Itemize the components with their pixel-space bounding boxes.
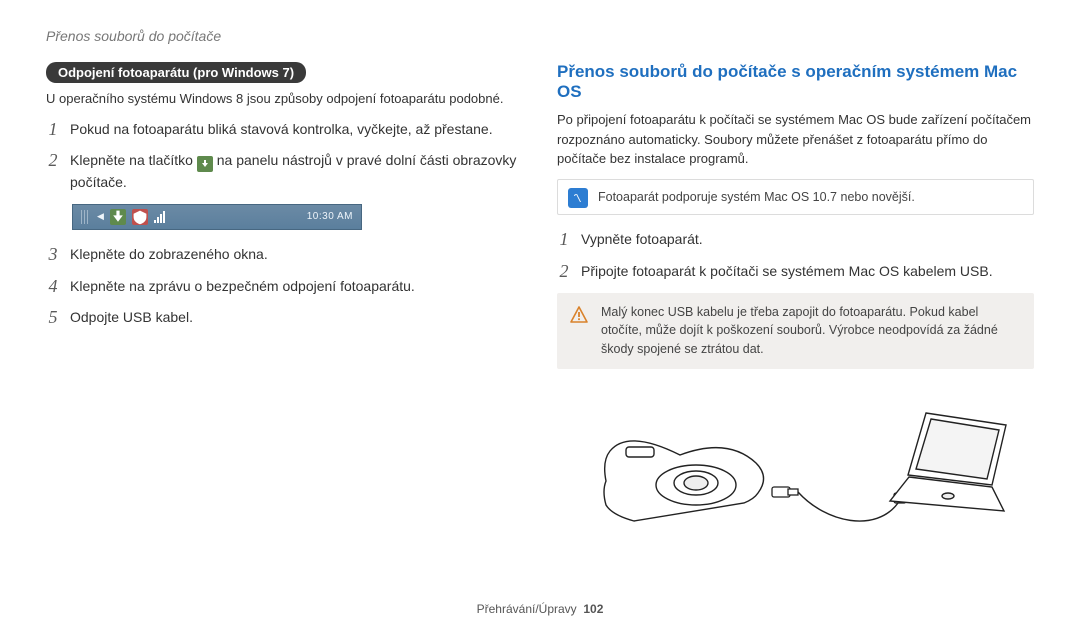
footer-section: Přehrávání/Úpravy xyxy=(477,602,577,616)
taskbar-grip xyxy=(81,210,89,224)
page-number: 102 xyxy=(583,602,603,616)
step-text: Klepněte na tlačítko na panelu nástrojů … xyxy=(70,150,523,194)
right-steps: 1 Vypněte fotoaparát. 2 Připojte fotoapa… xyxy=(557,229,1034,282)
step-text: Vypněte fotoaparát. xyxy=(581,229,1034,251)
tray-shield-icon xyxy=(132,209,148,225)
warning-box: Malý konec USB kabelu je třeba zapojit d… xyxy=(557,293,1034,369)
step-text: Pokud na fotoaparátu bliká stavová kontr… xyxy=(70,119,523,141)
tray-chevron-left-icon: ◀ xyxy=(97,211,104,222)
step-number: 2 xyxy=(557,261,571,283)
page-header: Přenos souborů do počítače xyxy=(46,28,1034,44)
left-steps: 1 Pokud na fotoaparátu bliká stavová kon… xyxy=(46,119,523,194)
network-bars-icon xyxy=(154,211,165,223)
step-number: 5 xyxy=(46,307,60,329)
left-column: Odpojení fotoaparátu (pro Windows 7) U o… xyxy=(46,62,523,543)
right-section-title: Přenos souborů do počítače s operačním s… xyxy=(557,62,1034,102)
right-column: Přenos souborů do počítače s operačním s… xyxy=(557,62,1034,543)
step-number: 1 xyxy=(46,119,60,141)
safely-remove-tray-icon xyxy=(110,209,126,225)
windows-taskbar-illustration: ◀ 10:30 AM xyxy=(72,204,362,230)
step-number: 3 xyxy=(46,244,60,266)
step-text: Odpojte USB kabel. xyxy=(70,307,523,329)
taskbar-clock: 10:30 AM xyxy=(307,211,353,222)
step-text: Připojte fotoaparát k počítači se systém… xyxy=(581,261,1034,283)
page-footer: Přehrávání/Úpravy 102 xyxy=(0,602,1080,616)
camera-to-laptop-illustration xyxy=(557,383,1034,543)
step-number: 4 xyxy=(46,276,60,298)
note-box: Fotoaparát podporuje systém Mac OS 10.7 … xyxy=(557,179,1034,216)
step-number: 1 xyxy=(557,229,571,251)
step-text: Klepněte do zobrazeného okna. xyxy=(70,244,523,266)
step-text: Klepněte na zprávu o bezpečném odpojení … xyxy=(70,276,523,298)
warning-text: Malý konec USB kabelu je třeba zapojit d… xyxy=(601,305,998,357)
section-badge: Odpojení fotoaparátu (pro Windows 7) xyxy=(46,62,306,83)
left-intro: U operačního systému Windows 8 jsou způs… xyxy=(46,89,523,109)
warning-icon xyxy=(569,305,589,325)
left-steps-cont: 3 Klepněte do zobrazeného okna. 4 Klepně… xyxy=(46,244,523,329)
safely-remove-icon xyxy=(197,156,213,172)
note-icon xyxy=(568,188,588,208)
step-text-part: Klepněte na tlačítko xyxy=(70,152,197,168)
right-intro: Po připojení fotoaparátu k počítači se s… xyxy=(557,110,1034,169)
step-number: 2 xyxy=(46,150,60,172)
note-text: Fotoaparát podporuje systém Mac OS 10.7 … xyxy=(598,190,915,204)
